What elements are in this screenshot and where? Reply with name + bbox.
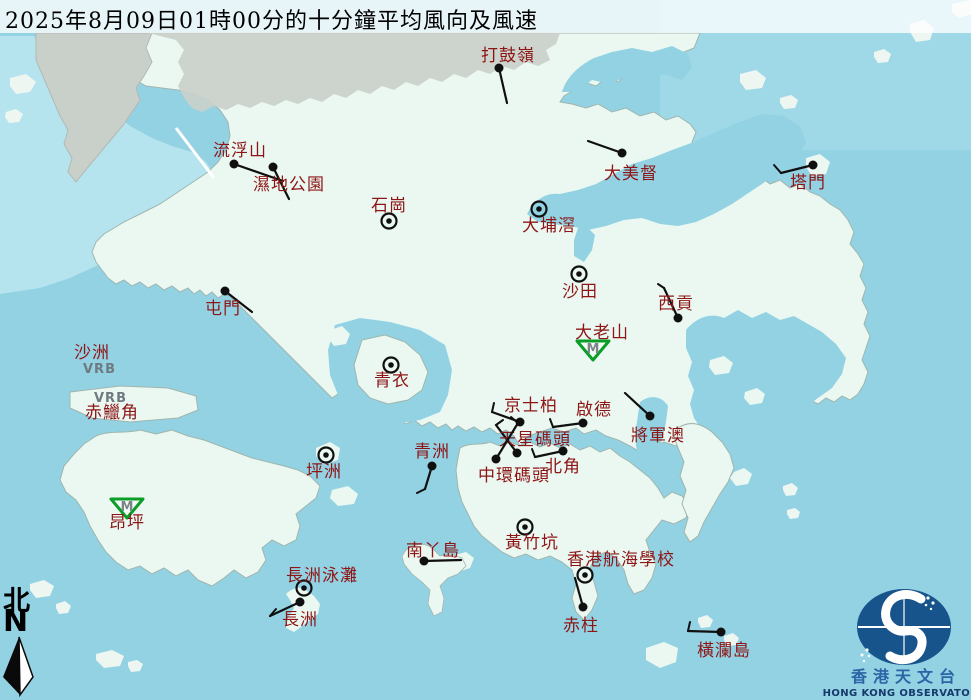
station-dot <box>492 455 501 464</box>
station-label: 塔門 <box>790 173 826 193</box>
station-label: 青衣 <box>374 371 410 391</box>
station-label: 長洲泳灘 <box>286 566 358 586</box>
station-label: 橫瀾島 <box>697 641 751 661</box>
hko-logo-chinese: 香港天文台 <box>850 667 961 686</box>
station-dot <box>428 462 437 471</box>
station-dot <box>579 603 588 612</box>
station-label: 青洲 <box>414 442 450 462</box>
station-dot <box>269 163 278 172</box>
map-title: 2025年8月09日01時00分的十分鐘平均風向及風速 <box>5 3 538 35</box>
calm-dot <box>301 585 307 591</box>
station-dot <box>296 598 305 607</box>
station-label: 打鼓嶺 <box>481 46 535 66</box>
wind-map-page: 打鼓嶺流浮山濕地公園石崗大埔滘大美督塔門沙田西貢M大老山屯門沙洲VRB赤鱲角VR… <box>0 0 971 700</box>
station-label: 坪洲 <box>306 462 342 482</box>
station-label: 將軍澳 <box>631 426 685 446</box>
station-label: 黃竹坑 <box>505 533 559 553</box>
calm-dot <box>576 271 582 277</box>
station-label: 沙田 <box>562 282 598 302</box>
vrb-indicator: VRB <box>83 362 116 377</box>
calm-dot <box>388 362 394 368</box>
calm-dot <box>522 524 528 530</box>
station-label: 啟德 <box>576 400 612 420</box>
station-label: 昂坪 <box>109 513 145 533</box>
hko-logo-english: HONG KONG OBSERVATORY <box>823 688 971 699</box>
station-label: 京士柏 <box>504 396 558 416</box>
station-label: 長洲 <box>282 610 318 630</box>
station-dot <box>674 314 683 323</box>
calm-dot <box>536 206 542 212</box>
station-label: 赤柱 <box>563 616 599 636</box>
station-label: 屯門 <box>205 299 241 319</box>
station-label: 赤鱲角 <box>85 403 139 423</box>
station-label: 濕地公園 <box>253 175 325 195</box>
calm-dot <box>386 218 392 224</box>
calm-dot <box>582 572 588 578</box>
station-dot <box>221 287 230 296</box>
station-dot <box>646 412 655 421</box>
station-label: 大美督 <box>604 164 658 184</box>
station-dot <box>809 161 818 170</box>
title-strip: 2025年8月09日01時00分的十分鐘平均風向及風速 <box>0 0 971 33</box>
station-label: 沙洲 <box>74 343 110 363</box>
maintenance-m-letter: M <box>587 342 600 357</box>
calm-dot <box>323 452 329 458</box>
vrb-indicator: VRB <box>94 391 127 406</box>
station-label: 南丫島 <box>406 541 460 561</box>
station-label: 天星碼頭 <box>499 430 571 450</box>
station-label: 北角 <box>545 457 581 477</box>
station-m[interactable]: M昂坪 <box>109 499 145 533</box>
station-label: 流浮山 <box>213 141 267 161</box>
station-label: 大埔滘 <box>522 216 576 236</box>
wind-barb-line <box>688 631 721 632</box>
station-label: 香港航海學校 <box>567 550 675 570</box>
station-label: 大老山 <box>575 323 629 343</box>
station-label: 中環碼頭 <box>478 466 550 486</box>
station-label: 石崗 <box>371 196 407 216</box>
station-dot <box>618 149 627 158</box>
station-label: 西貢 <box>658 294 694 314</box>
station-dot <box>559 447 568 456</box>
compass-north-letter: N <box>3 604 28 639</box>
station-dot <box>717 628 726 637</box>
map-canvas: 打鼓嶺流浮山濕地公園石崗大埔滘大美督塔門沙田西貢M大老山屯門沙洲VRB赤鱲角VR… <box>0 0 971 700</box>
